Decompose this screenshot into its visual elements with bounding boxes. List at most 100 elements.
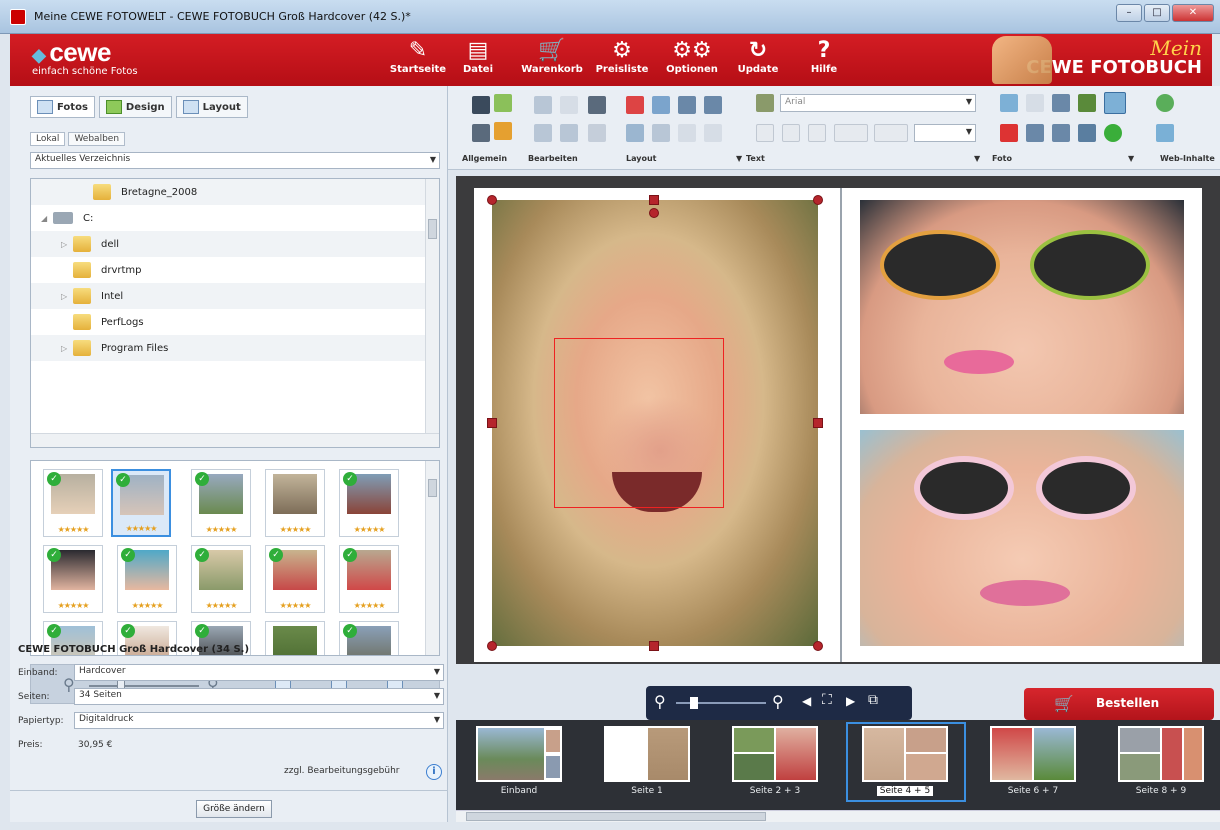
font-family-select[interactable]: Arial ▼ (780, 94, 976, 112)
crop-icon[interactable] (1052, 94, 1070, 112)
align-icon[interactable] (626, 124, 644, 142)
photo-thumbnail[interactable]: ✓ ★★★★★ (339, 469, 399, 537)
photo-thumbnail[interactable]: ★★★★★ (265, 469, 325, 537)
italic-icon[interactable] (782, 124, 800, 142)
page-thumbnail-seite-8-9[interactable] (1118, 726, 1204, 782)
foto-menu-arrow-icon[interactable]: ▼ (1128, 154, 1134, 163)
photo-thumbnail[interactable]: ✓ ★★★★★ (191, 545, 251, 613)
photos-vertical-scrollbar[interactable] (425, 461, 439, 655)
tab-layout[interactable]: Layout (175, 96, 248, 118)
expand-arrow-icon[interactable]: ▷ (61, 292, 73, 301)
right-page[interactable] (842, 188, 1202, 662)
tree-item[interactable]: PerfLogs (31, 309, 427, 335)
text-menu-arrow-icon[interactable]: ▼ (974, 154, 980, 163)
zoom-out-icon[interactable]: ⚲ (63, 675, 75, 694)
page-thumbnail-einband[interactable] (476, 726, 562, 782)
photo-adjust-icon[interactable] (1078, 94, 1096, 112)
tree-item[interactable]: ◢ C: (31, 205, 427, 231)
page-thumbnail-seite-1[interactable] (604, 726, 690, 782)
tree-item[interactable]: ▷ dell (31, 231, 427, 257)
page-strip-scrollbar[interactable] (456, 810, 1220, 822)
fit-to-screen-icon[interactable]: ⛶ (822, 692, 832, 708)
red-eye-icon[interactable] (1000, 124, 1018, 142)
resize-handle-bottom-right[interactable] (813, 641, 823, 651)
seiten-dropdown[interactable]: 34 Seiten ▼ (74, 688, 444, 705)
resize-handle-top[interactable] (649, 195, 659, 205)
photo-girl-sunglasses-2[interactable] (860, 430, 1184, 646)
rotate-handle[interactable] (649, 208, 659, 218)
scroll-thumb[interactable] (428, 219, 437, 239)
crop-focus-box[interactable] (554, 338, 724, 508)
underline-icon[interactable] (808, 124, 826, 142)
page-thumbnail-seite-6-7[interactable] (990, 726, 1076, 782)
scroll-thumb[interactable] (428, 479, 437, 497)
nav-hilfe[interactable]: ? Hilfe (788, 38, 860, 75)
photo-thumbnail[interactable]: ✓ ★★★★★ (265, 545, 325, 613)
photo-thumbnail[interactable]: ✓ ★★★★★ (43, 545, 103, 613)
tree-vertical-scrollbar[interactable] (425, 179, 439, 447)
text-style-icon[interactable] (756, 94, 774, 112)
photo-enhance-icon[interactable] (1104, 124, 1122, 142)
nav-preisliste[interactable]: ⚙ Preisliste (586, 38, 658, 75)
zoom-out-icon[interactable]: ⚲ (654, 692, 666, 711)
zoom-in-icon[interactable]: ⚲ (772, 692, 784, 711)
print-icon[interactable] (472, 124, 490, 142)
tab-lokal[interactable]: Lokal (30, 132, 66, 146)
nav-optionen[interactable]: ⚙⚙ Optionen (656, 38, 728, 75)
save-icon[interactable] (472, 96, 490, 114)
photo-girl-sunglasses-1[interactable] (860, 200, 1184, 414)
canvas-zoom-thumb[interactable] (690, 697, 698, 709)
photo-thumbnail[interactable]: ✓ ★★★★★ (43, 469, 103, 537)
photo-thumbnail[interactable]: ✓ ★★★★★ (117, 545, 177, 613)
highlight-color-icon[interactable] (874, 124, 908, 142)
add-photo-frame-icon[interactable] (626, 96, 644, 114)
page-settings-icon[interactable]: ⧉ (868, 692, 878, 708)
photo-thumbnail[interactable] (265, 621, 325, 655)
resize-handle-bottom[interactable] (649, 641, 659, 651)
font-color-icon[interactable] (834, 124, 868, 142)
copy-icon[interactable] (534, 124, 552, 142)
layer-front-icon[interactable] (704, 124, 722, 142)
nav-warenkorb[interactable]: 🛒 Warenkorb (516, 38, 588, 75)
page-thumbnail-seite-2-3[interactable] (732, 726, 818, 782)
add-text-frame-icon[interactable] (652, 96, 670, 114)
tab-design[interactable]: Design (98, 96, 172, 118)
photo-rotate-left-icon[interactable] (1026, 124, 1044, 142)
info-icon[interactable]: i (426, 764, 442, 780)
close-button[interactable]: ✕ (1172, 4, 1214, 22)
photo-thumbnail[interactable]: ✓ ★★★★★ (191, 469, 251, 537)
page-thumbnail-seite-4-5[interactable] (862, 726, 948, 782)
photo-thumbnail[interactable]: ✓ (339, 621, 399, 655)
scroll-thumb[interactable] (466, 812, 766, 821)
photo-thumbnail[interactable]: ✓ ★★★★★ (339, 545, 399, 613)
papiertyp-dropdown[interactable]: Digitaldruck ▼ (74, 712, 444, 729)
tree-item[interactable]: ▷ Intel (31, 283, 427, 309)
import-icon[interactable] (494, 122, 512, 140)
rotate-right-icon[interactable] (704, 96, 722, 114)
bold-icon[interactable] (756, 124, 774, 142)
undo-icon[interactable] (534, 96, 552, 114)
tree-item[interactable]: drvrtmp (31, 257, 427, 283)
tree-item[interactable]: Bretagne_2008 (31, 179, 427, 205)
cut-icon[interactable] (588, 124, 606, 142)
resize-handle-right[interactable] (813, 418, 823, 428)
tree-item[interactable]: ▷ Program Files (31, 335, 427, 361)
photo-effects-icon[interactable] (1078, 124, 1096, 142)
tree-horizontal-scrollbar[interactable] (31, 433, 439, 447)
left-page[interactable] (474, 188, 840, 662)
photo-fit-icon[interactable] (1104, 92, 1126, 114)
delete-icon[interactable] (588, 96, 606, 114)
redo-icon[interactable] (560, 96, 578, 114)
resize-handle-left[interactable] (487, 418, 497, 428)
tab-webalben[interactable]: Webalben (68, 132, 126, 146)
zoom-slider[interactable] (89, 685, 199, 687)
font-size-select[interactable]: ▼ (914, 124, 976, 142)
web-map-icon[interactable] (1156, 124, 1174, 142)
zoom-photo-icon[interactable] (1026, 94, 1044, 112)
web-content-icon[interactable] (1156, 94, 1174, 112)
previous-page-icon[interactable]: ◀ (802, 694, 811, 708)
expand-arrow-icon[interactable]: ▷ (61, 344, 73, 353)
photo-rotate-right-icon[interactable] (1052, 124, 1070, 142)
nav-update[interactable]: ↻ Update (722, 38, 794, 75)
layer-back-icon[interactable] (678, 124, 696, 142)
